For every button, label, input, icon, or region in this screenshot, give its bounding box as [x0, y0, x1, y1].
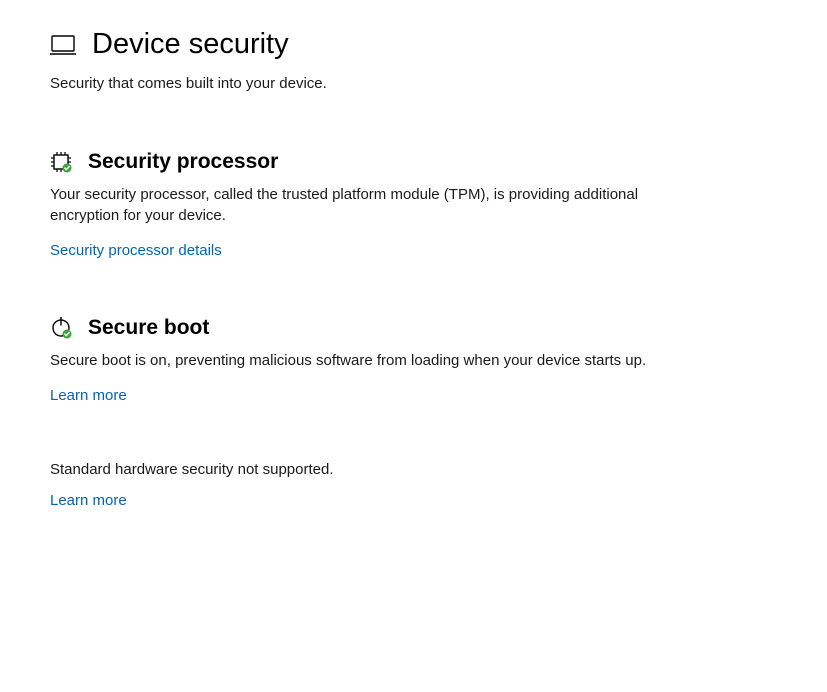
section-header: Security processor	[50, 150, 777, 174]
security-processor-details-link[interactable]: Security processor details	[50, 242, 222, 259]
page-title: Device security	[92, 28, 289, 61]
device-icon	[50, 34, 76, 56]
hardware-security-status: Standard hardware security not supported…	[50, 461, 777, 510]
status-text: Standard hardware security not supported…	[50, 461, 777, 478]
secure-boot-title: Secure boot	[88, 316, 209, 340]
secure-boot-learn-more-link[interactable]: Learn more	[50, 387, 127, 404]
secure-boot-section: Secure boot Secure boot is on, preventin…	[50, 316, 777, 405]
section-header: Secure boot	[50, 316, 777, 340]
chip-icon	[50, 151, 72, 173]
power-icon	[50, 317, 72, 339]
security-processor-title: Security processor	[88, 150, 278, 174]
page-header: Device security	[50, 28, 777, 61]
status-learn-more-link[interactable]: Learn more	[50, 492, 127, 509]
security-processor-section: Security processor Your security process…	[50, 150, 777, 260]
secure-boot-description: Secure boot is on, preventing malicious …	[50, 350, 660, 371]
security-processor-description: Your security processor, called the trus…	[50, 184, 660, 226]
page-subtitle: Security that comes built into your devi…	[50, 75, 777, 92]
